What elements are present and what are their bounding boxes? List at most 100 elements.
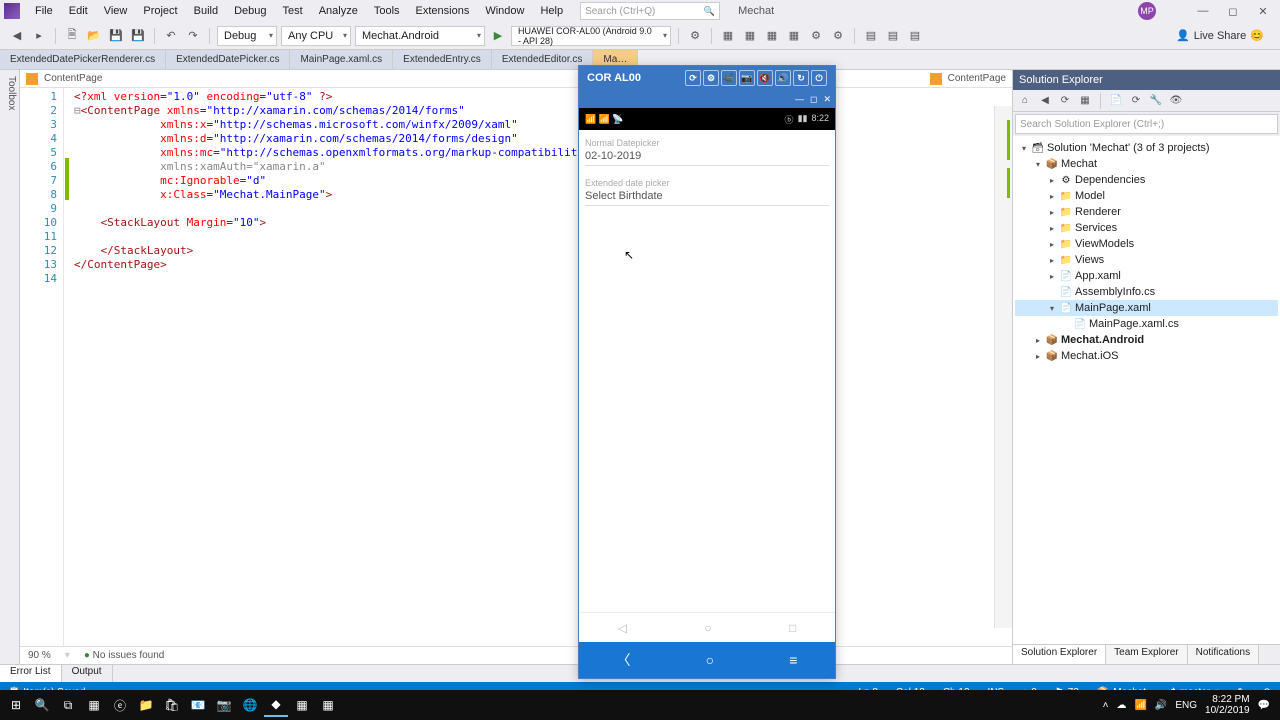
menu-debug[interactable]: Debug — [227, 3, 273, 19]
sol-home-icon[interactable]: ⌂ — [1017, 93, 1033, 109]
emu-btn-6[interactable]: 🔊 — [775, 70, 791, 86]
system-tray[interactable]: ˄ ☁ 📶 🔊 ENG 8:22 PM 10/2/2019 💬 — [1103, 694, 1276, 716]
forward-button[interactable]: ▸ — [30, 27, 48, 45]
tb-icon-9[interactable]: ▤ — [884, 27, 902, 45]
platform-select[interactable]: Any CPU — [281, 26, 351, 46]
doc-tab[interactable]: MainPage.xaml.cs — [290, 50, 393, 69]
open-button[interactable]: 📂 — [85, 27, 103, 45]
menu-view[interactable]: View — [97, 3, 135, 19]
tree-toggle[interactable]: ▸ — [1047, 272, 1057, 281]
menu-extensions[interactable]: Extensions — [409, 3, 477, 19]
tree-item[interactable]: ▸📁ViewModels — [1015, 236, 1278, 252]
tray-cloud-icon[interactable]: ☁ — [1116, 700, 1126, 711]
emu-btn-1[interactable]: ⟳ — [685, 70, 701, 86]
new-project-button[interactable]: 🗎 — [63, 27, 81, 45]
nav-left-combo[interactable]: ContentPage — [44, 73, 102, 84]
extended-picker-value[interactable]: Select Birthdate — [585, 190, 829, 206]
emu-btn-7[interactable]: ↻ — [793, 70, 809, 86]
tree-item[interactable]: ▸📦Mechat.iOS — [1015, 348, 1278, 364]
edge-icon[interactable]: ⓔ — [108, 693, 132, 717]
emu-btn-5[interactable]: 🔇 — [757, 70, 773, 86]
save-all-button[interactable]: 💾 — [129, 27, 147, 45]
emulator-window[interactable]: COR AL00 ⟳ ⚙ 📹 📷 🔇 🔊 ↻ ⏻ — ◻ ✕ 📶 📶 📡 ⓑ ▮… — [578, 65, 836, 679]
menu-file[interactable]: File — [28, 3, 60, 19]
taskbar-app[interactable]: ▦ — [316, 693, 340, 717]
emu-btn-3[interactable]: 📹 — [721, 70, 737, 86]
tree-toggle[interactable]: ▸ — [1047, 240, 1057, 249]
undo-button[interactable]: ↶ — [162, 27, 180, 45]
doc-tab[interactable]: ExtendedDatePicker.cs — [166, 50, 290, 69]
tree-toggle[interactable]: ▸ — [1033, 352, 1043, 361]
tree-toggle[interactable]: ▸ — [1047, 256, 1057, 265]
tree-toggle[interactable]: ▾ — [1019, 144, 1029, 153]
back-button[interactable]: ◀ — [8, 27, 26, 45]
sol-show-all-icon[interactable]: 📄 — [1108, 93, 1124, 109]
doc-tab[interactable]: ExtendedDatePickerRenderer.cs — [0, 50, 166, 69]
minimize-button[interactable]: — — [1190, 1, 1216, 21]
emu-maximize[interactable]: ◻ — [810, 94, 817, 105]
tree-item[interactable]: ▸📄App.xaml — [1015, 268, 1278, 284]
tray-up-icon[interactable]: ˄ — [1103, 700, 1109, 711]
tree-toggle[interactable]: ▾ — [1033, 160, 1043, 169]
taskbar-app[interactable]: ▦ — [82, 693, 106, 717]
emu-btn-2[interactable]: ⚙ — [703, 70, 719, 86]
solution-root[interactable]: ▾ 🗃 Solution 'Mechat' (3 of 3 projects) — [1015, 140, 1278, 156]
tree-item[interactable]: ▾📄MainPage.xaml — [1015, 300, 1278, 316]
windows-taskbar[interactable]: ⊞ 🔍 ⧉ ▦ ⓔ 📁 🛍 📧 📷 🌐 ◆ ▦ ▦ ˄ ☁ 📶 🔊 ENG 8:… — [0, 690, 1280, 720]
ab-menu-icon[interactable]: ≡ — [789, 652, 797, 668]
startup-select[interactable]: Mechat.Android — [355, 26, 485, 46]
tree-item[interactable]: ▸📁Renderer — [1015, 204, 1278, 220]
device-select[interactable]: HUAWEI COR-AL00 (Android 9.0 - API 28) — [511, 26, 671, 46]
menu-tools[interactable]: Tools — [367, 3, 407, 19]
sol-refresh-icon[interactable]: ⟳ — [1128, 93, 1144, 109]
menu-analyze[interactable]: Analyze — [312, 3, 365, 19]
tb-icon-6[interactable]: ⚙ — [807, 27, 825, 45]
menu-project[interactable]: Project — [136, 3, 184, 19]
task-view-button[interactable]: ⧉ — [56, 693, 80, 717]
menu-window[interactable]: Window — [478, 3, 531, 19]
tb-icon-8[interactable]: ▤ — [862, 27, 880, 45]
redo-button[interactable]: ↷ — [184, 27, 202, 45]
out-tab[interactable]: Output — [62, 665, 113, 682]
normal-picker-value[interactable]: 02-10-2019 — [585, 150, 829, 166]
sol-tab[interactable]: Notifications — [1188, 645, 1259, 664]
tray-lang[interactable]: ENG — [1175, 700, 1197, 711]
nav-back-icon[interactable]: ◁ — [618, 621, 627, 635]
maximize-button[interactable]: ◻ — [1220, 1, 1246, 21]
nav-right-combo[interactable]: ContentPage — [948, 73, 1006, 84]
solution-tree[interactable]: ▾ 🗃 Solution 'Mechat' (3 of 3 projects) … — [1013, 136, 1280, 644]
notifications-icon[interactable]: 💬 — [1258, 700, 1270, 711]
code-content[interactable]: <?xml version="1.0" encoding="utf-8" ?>⊟… — [70, 88, 1012, 646]
sol-props-icon[interactable]: 🔧 — [1148, 93, 1164, 109]
tree-item[interactable]: ▸📁Model — [1015, 188, 1278, 204]
nav-recent-icon[interactable]: □ — [789, 621, 796, 635]
sol-sync-icon[interactable]: ⟳ — [1057, 93, 1073, 109]
sol-tab[interactable]: Solution Explorer — [1013, 645, 1106, 664]
tb-icon-7[interactable]: ⚙ — [829, 27, 847, 45]
tree-toggle[interactable]: ▸ — [1047, 208, 1057, 217]
menu-edit[interactable]: Edit — [62, 3, 95, 19]
tree-item[interactable]: 📄AssemblyInfo.cs — [1015, 284, 1278, 300]
config-select[interactable]: Debug — [217, 26, 277, 46]
tb-icon-3[interactable]: ▦ — [741, 27, 759, 45]
tree-item[interactable]: ▾📦Mechat — [1015, 156, 1278, 172]
start-debug-button[interactable]: ▶ — [489, 27, 507, 45]
store-icon[interactable]: 🛍 — [160, 693, 184, 717]
nav-home-icon[interactable]: ○ — [704, 621, 711, 635]
search-input[interactable]: Search (Ctrl+Q) — [580, 2, 720, 20]
tree-item[interactable]: ▸📦Mechat.Android — [1015, 332, 1278, 348]
emu-btn-4[interactable]: 📷 — [739, 70, 755, 86]
taskbar-app[interactable]: 📧 — [186, 693, 210, 717]
feedback-icon[interactable]: 😊 — [1250, 29, 1264, 42]
tree-toggle[interactable]: ▾ — [1047, 304, 1057, 313]
chrome-icon[interactable]: 🌐 — [238, 693, 262, 717]
tray-wifi-icon[interactable]: 📶 — [1134, 700, 1146, 711]
search-button[interactable]: 🔍 — [30, 693, 54, 717]
doc-tab[interactable]: ExtendedEntry.cs — [393, 50, 492, 69]
tray-volume-icon[interactable]: 🔊 — [1155, 700, 1167, 711]
ab-back-icon[interactable]: 〈 — [617, 650, 631, 670]
toolbox-rail[interactable]: Toolbox — [0, 70, 20, 664]
vs-icon[interactable]: ◆ — [264, 693, 288, 717]
taskbar-app[interactable]: 📷 — [212, 693, 236, 717]
emulator-title-bar[interactable]: COR AL00 ⟳ ⚙ 📹 📷 🔇 🔊 ↻ ⏻ — [579, 66, 835, 90]
